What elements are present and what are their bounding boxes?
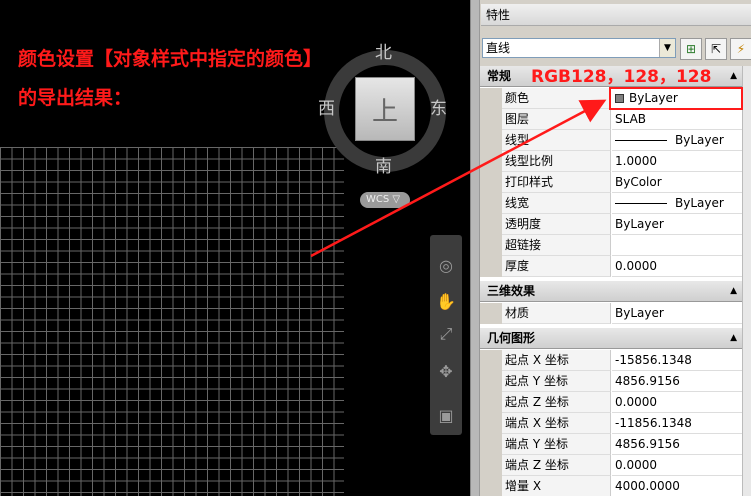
compass-west-label[interactable]: 西 <box>318 94 335 119</box>
pickadd-icon: ⊞ <box>685 42 697 56</box>
toggle-pickadd-button[interactable]: ⊞ <box>680 38 702 60</box>
prop-name: 颜色 <box>502 88 611 109</box>
prop-row-hyperlink[interactable]: 超链接 <box>480 235 751 256</box>
prop-name: 起点 X 坐标 <box>502 350 611 371</box>
prop-name: 透明度 <box>502 214 611 235</box>
collapse-arrow-icon[interactable]: ▲ <box>730 328 737 349</box>
prop-name: 图层 <box>502 109 611 130</box>
viewcube-top-face[interactable]: 上 <box>355 77 415 141</box>
collapse-arrow-icon[interactable]: ▲ <box>730 281 737 302</box>
prop-row-linetype-scale[interactable]: 线型比例 1.0000 <box>480 151 751 172</box>
orbit-icon[interactable]: ✥ <box>435 361 457 383</box>
prop-value-text: ByLayer <box>675 196 724 210</box>
prop-name: 端点 Y 坐标 <box>502 434 611 455</box>
prop-value[interactable]: ByColor <box>612 172 742 193</box>
prop-name: 起点 Z 坐标 <box>502 392 611 413</box>
prop-row-end-y[interactable]: 端点 Y 坐标 4856.9156 <box>480 434 751 455</box>
pan-hand-icon[interactable]: ✋ <box>435 291 457 313</box>
prop-value-linetype[interactable]: ByLayer <box>612 130 742 151</box>
prop-value[interactable] <box>612 235 742 256</box>
prop-row-end-z[interactable]: 端点 Z 坐标 0.0000 <box>480 455 751 476</box>
drawing-grid <box>0 147 344 496</box>
select-objects-button[interactable]: ⇱ <box>705 38 727 60</box>
quick-select-icon: ⚡ <box>736 42 746 56</box>
highlight-box <box>609 87 743 110</box>
navigation-bar: ◎ ✋ ⤢ ✥ ▣ <box>430 235 462 435</box>
palette-scrollbar[interactable] <box>742 66 751 496</box>
prop-value[interactable]: 0.0000 <box>612 392 742 413</box>
prop-value[interactable]: -15856.1348 <box>612 350 742 371</box>
prop-row-plot-style[interactable]: 打印样式 ByColor <box>480 172 751 193</box>
prop-name: 线宽 <box>502 193 611 214</box>
prop-row-material[interactable]: 材质 ByLayer <box>480 303 751 324</box>
prop-value[interactable]: 0.0000 <box>612 256 742 277</box>
prop-row-start-y[interactable]: 起点 Y 坐标 4856.9156 <box>480 371 751 392</box>
wcs-menu-button[interactable]: WCS ▽ <box>360 192 410 208</box>
prop-name: 起点 Y 坐标 <box>502 371 611 392</box>
prop-row-start-x[interactable]: 起点 X 坐标 -15856.1348 <box>480 350 751 371</box>
prop-name: 材质 <box>502 303 611 324</box>
compass-south-label[interactable]: 南 <box>375 152 392 177</box>
line-sample-icon <box>615 203 667 204</box>
prop-row-start-z[interactable]: 起点 Z 坐标 0.0000 <box>480 392 751 413</box>
prop-name: 打印样式 <box>502 172 611 193</box>
prop-row-linetype[interactable]: 线型 ByLayer <box>480 130 751 151</box>
prop-row-thickness[interactable]: 厚度 0.0000 <box>480 256 751 277</box>
prop-value[interactable]: ByLayer <box>612 214 742 235</box>
section-geometry[interactable]: 几何图形 ▲ <box>480 328 751 349</box>
rgb-callout: RGB128，128，128 <box>531 67 712 87</box>
prop-row-end-x[interactable]: 端点 X 坐标 -11856.1348 <box>480 413 751 434</box>
prop-name: 端点 Z 坐标 <box>502 455 611 476</box>
compass-north-label[interactable]: 北 <box>375 38 392 63</box>
prop-name: 端点 X 坐标 <box>502 413 611 434</box>
prop-value[interactable]: 1.0000 <box>612 151 742 172</box>
section-geometry-title: 几何图形 <box>487 331 536 345</box>
annotation-text: 颜色设置【对象样式中指定的颜色】 的导出结果： <box>18 48 323 109</box>
prop-value-lineweight[interactable]: ByLayer <box>612 193 742 214</box>
section-3d-effects-title: 三维效果 <box>487 284 536 298</box>
prop-row-layer[interactable]: 图层 SLAB <box>480 109 751 130</box>
steering-wheel-icon[interactable]: ◎ <box>435 255 457 277</box>
object-type-select[interactable]: 直线 ▼ <box>482 38 676 58</box>
quick-select-button[interactable]: ⚡ <box>730 38 751 60</box>
prop-value[interactable]: -11856.1348 <box>612 413 742 434</box>
prop-value[interactable]: 4856.9156 <box>612 371 742 392</box>
zoom-extents-icon[interactable]: ⤢ <box>435 323 457 345</box>
prop-name: 厚度 <box>502 256 611 277</box>
object-type-value: 直线 <box>486 41 511 55</box>
prop-value[interactable]: ByLayer <box>612 303 742 324</box>
properties-list: 常规 ▲ 颜色 ByLayer 图层 SLAB 线型 ByLayer 线型比例 1.00… <box>480 66 751 496</box>
prop-row-transparency[interactable]: 透明度 ByLayer <box>480 214 751 235</box>
prop-value[interactable]: SLAB <box>612 109 742 130</box>
drawing-canvas[interactable]: 颜色设置【对象样式中指定的颜色】 的导出结果： 上 北 西 东 南 WCS ▽ … <box>0 0 470 496</box>
prop-value[interactable]: 4000.0000 <box>612 476 742 496</box>
compass-east-label[interactable]: 东 <box>430 94 447 119</box>
palette-side-strip[interactable] <box>471 0 480 496</box>
showmotion-icon[interactable]: ▣ <box>435 405 457 427</box>
select-objects-icon: ⇱ <box>710 42 722 56</box>
prop-name: 增量 X <box>502 476 611 496</box>
section-general-title: 常规 <box>487 69 512 83</box>
prop-row-delta-x[interactable]: 增量 X 4000.0000 <box>480 476 751 496</box>
prop-name: 超链接 <box>502 235 611 256</box>
prop-name: 线型比例 <box>502 151 611 172</box>
palette-title: 特性 <box>481 4 751 26</box>
prop-value[interactable]: 0.0000 <box>612 455 742 476</box>
line-sample-icon <box>615 140 667 141</box>
chevron-down-icon[interactable]: ▼ <box>659 39 675 57</box>
prop-name: 线型 <box>502 130 611 151</box>
collapse-arrow-icon[interactable]: ▲ <box>730 66 737 87</box>
prop-row-lineweight[interactable]: 线宽 ByLayer <box>480 193 751 214</box>
viewcube[interactable]: 上 北 西 东 南 WCS ▽ <box>318 28 458 218</box>
prop-value[interactable]: 4856.9156 <box>612 434 742 455</box>
section-3d-effects[interactable]: 三维效果 ▲ <box>480 281 751 302</box>
prop-value-text: ByLayer <box>675 133 724 147</box>
